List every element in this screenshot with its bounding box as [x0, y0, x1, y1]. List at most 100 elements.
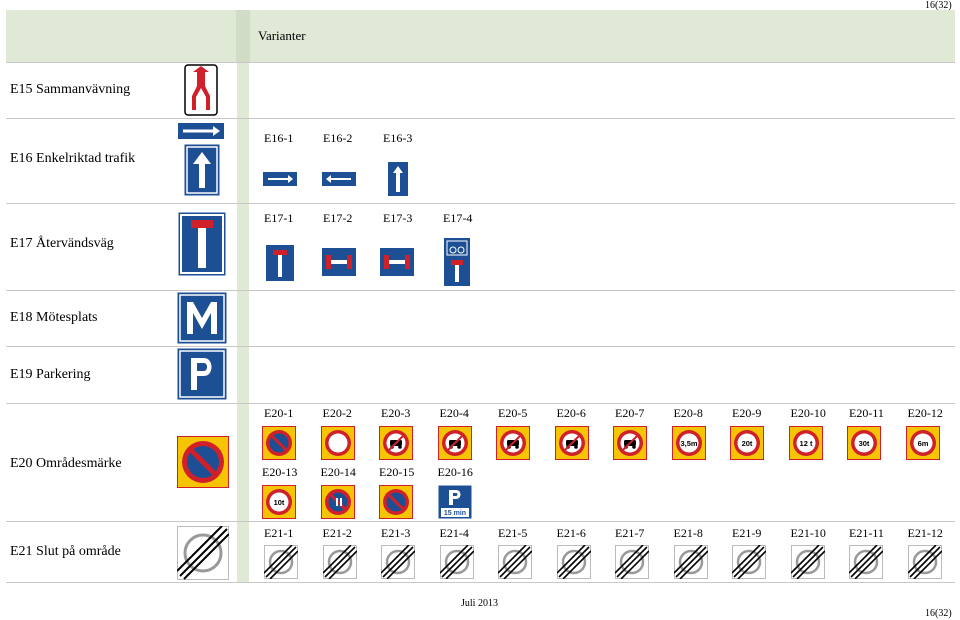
- end-of-zone-sign-icon: [177, 526, 229, 580]
- variant-label: E21-5: [498, 526, 528, 540]
- arrow-right-sign-icon: [263, 172, 297, 186]
- no-stopping-zone-icon: [320, 426, 355, 460]
- arrow-up-sign-icon: [388, 162, 408, 196]
- variant-label: E17-4: [443, 211, 473, 225]
- passing-place-sign-icon: [177, 292, 227, 344]
- sign-text: 30t: [859, 439, 870, 448]
- weight-limit-30t-zone-icon: 30t: [847, 426, 881, 460]
- end-of-zone-icon: [673, 545, 708, 579]
- end-of-zone-icon: [907, 545, 942, 579]
- variant-label: E20-4: [439, 406, 469, 420]
- variant-label: E21-10: [790, 526, 826, 540]
- sign-text: 6m: [917, 439, 928, 448]
- dead-end-both-sign-icon: [380, 248, 414, 276]
- variant-label: E21-9: [732, 526, 762, 540]
- end-of-zone-icon: [322, 545, 357, 579]
- no-parking-zone-icon: [262, 426, 296, 460]
- row-divider: [6, 290, 955, 291]
- dead-end-sign-icon: [178, 212, 226, 276]
- height-limit-zone-icon: 3,5m: [671, 426, 706, 460]
- variant-label: E17-3: [383, 211, 413, 225]
- row-divider: [6, 203, 955, 204]
- variant-label: E17-2: [323, 211, 353, 225]
- dead-end-sign-icon: [266, 245, 294, 281]
- parking-15-min-zone-icon: 15 min: [438, 485, 471, 519]
- variant-label: E21-8: [673, 526, 703, 540]
- group-label-e16: E16 Enkelriktad trafik: [10, 151, 136, 166]
- sign-text: 3,5m: [680, 439, 697, 448]
- length-limit-6m-zone-icon: 6m: [905, 426, 940, 460]
- row-divider: [6, 346, 955, 347]
- group-label-e20: E20 Områdesmärke: [10, 456, 122, 471]
- row-divider: [6, 118, 955, 119]
- one-way-sign-icon: [177, 122, 225, 140]
- row-divider: [6, 521, 955, 522]
- no-bus-zone-icon: [496, 426, 530, 460]
- no-parking-zone-sign-icon: [177, 436, 229, 488]
- variant-label: E20-16: [437, 465, 473, 479]
- sign-text: 15 min: [443, 510, 465, 517]
- row-divider: [6, 403, 955, 404]
- variant-label: E20-5: [498, 406, 528, 420]
- axle-load-10t-zone-icon: 10t: [262, 485, 296, 519]
- variant-label: E17-1: [264, 211, 294, 225]
- variant-label: E16-2: [323, 131, 353, 145]
- variant-label: E20-11: [849, 406, 884, 420]
- dead-end-bike-sign-icon: [444, 238, 470, 286]
- group-label-e15: E15 Sammanvävning: [10, 82, 131, 97]
- weight-limit-20t-zone-icon: 20t: [730, 426, 764, 460]
- column-separator: [237, 62, 249, 582]
- sign-text: 20t: [742, 439, 753, 448]
- variant-label: E20-15: [379, 465, 415, 479]
- variant-label: E20-14: [320, 465, 356, 479]
- footer-date: Juli 2013: [461, 598, 498, 609]
- variant-label: E21-7: [615, 526, 645, 540]
- row-divider: [6, 582, 955, 583]
- end-of-zone-icon: [556, 545, 591, 579]
- no-parking-zone-icon: [379, 485, 413, 519]
- end-of-zone-icon: [790, 545, 825, 579]
- group-label-e17: E17 Återvändsväg: [10, 236, 114, 251]
- end-of-zone-icon: [264, 545, 298, 579]
- variant-label: E21-1: [264, 526, 294, 540]
- row-divider: [6, 62, 955, 63]
- variant-label: E21-11: [849, 526, 884, 540]
- end-of-zone-icon: [732, 545, 766, 579]
- parking-sign-icon: [177, 348, 227, 400]
- variant-label: E21-4: [439, 526, 469, 540]
- arrow-left-sign-icon: [322, 172, 356, 186]
- no-truck-zone-icon: [554, 426, 589, 460]
- variant-label: E21-6: [556, 526, 586, 540]
- variant-label: E20-9: [732, 406, 762, 420]
- sign-text: 12 t: [799, 439, 812, 448]
- end-of-zone-icon: [849, 545, 883, 579]
- variant-label: E20-2: [322, 406, 352, 420]
- variant-label: E20-8: [673, 406, 703, 420]
- variant-label: E20-13: [262, 465, 298, 479]
- group-label-e18: E18 Mötesplats: [10, 310, 98, 325]
- variant-label: E21-2: [322, 526, 352, 540]
- header-band: [6, 10, 955, 62]
- end-of-zone-icon: [498, 545, 532, 579]
- group-label-e19: E19 Parkering: [10, 367, 91, 382]
- end-of-zone-icon: [615, 545, 649, 579]
- variant-label: E20-12: [907, 406, 943, 420]
- group-label-e21: E21 Slut på område: [10, 544, 121, 559]
- dead-end-both-sign-icon: [322, 248, 356, 276]
- variant-label: E21-3: [381, 526, 411, 540]
- variant-label: E20-7: [615, 406, 645, 420]
- variant-label: E16-3: [383, 131, 413, 145]
- no-tractor-zone-icon: [613, 426, 647, 460]
- parking-odd-even-zone-icon: [320, 485, 355, 519]
- variant-label: E20-10: [790, 406, 826, 420]
- variant-label: E16-1: [264, 131, 294, 145]
- variant-label: E21-12: [907, 526, 943, 540]
- end-of-zone-icon: [439, 545, 474, 579]
- header-separator: [236, 10, 250, 62]
- merge-sign-icon: [184, 64, 218, 116]
- page-number-bottom: 16(32): [925, 608, 952, 619]
- variant-label: E20-1: [264, 406, 294, 420]
- no-car-zone-icon: [437, 426, 472, 460]
- header-title: Varianter: [258, 28, 306, 43]
- no-motorcycle-zone-icon: [379, 426, 413, 460]
